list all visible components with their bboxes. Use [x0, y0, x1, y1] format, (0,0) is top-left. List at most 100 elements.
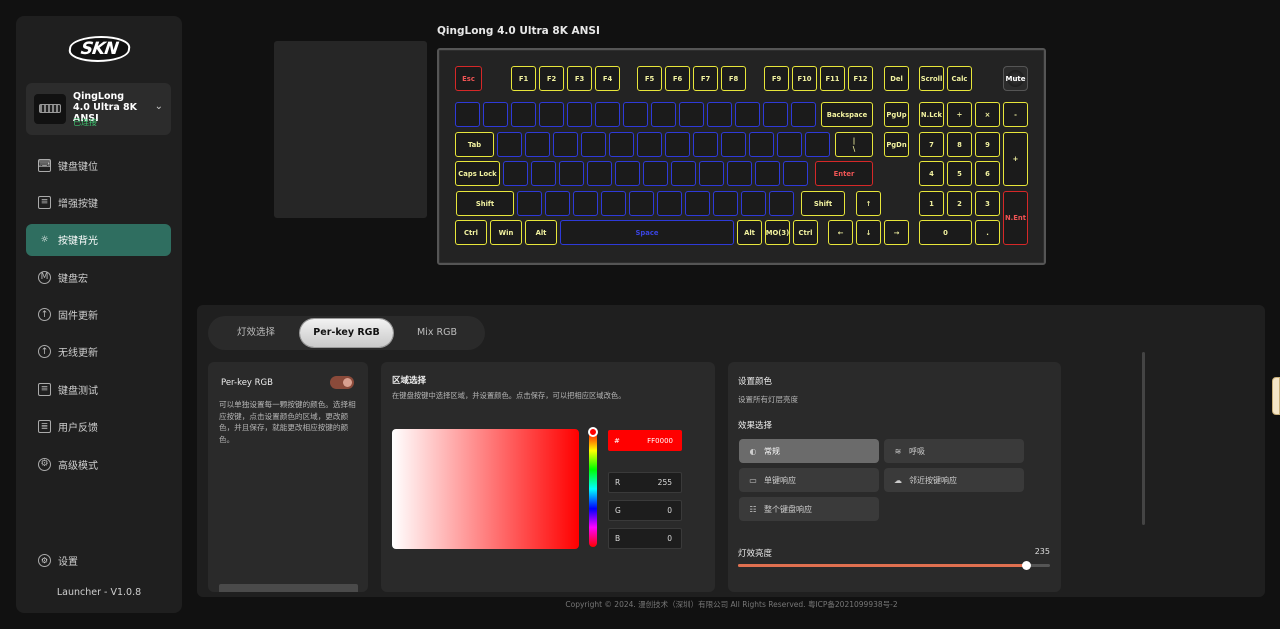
- key-num-dot[interactable]: .: [975, 220, 1000, 245]
- key-f2[interactable]: F2: [539, 66, 564, 91]
- key-space[interactable]: Space: [560, 220, 734, 245]
- key-num-plus[interactable]: +: [1003, 132, 1028, 186]
- key-q[interactable]: [497, 132, 522, 157]
- key-6[interactable]: [623, 102, 648, 127]
- key-f3[interactable]: F3: [567, 66, 592, 91]
- hex-color-input[interactable]: # FF0000: [608, 430, 682, 451]
- key-f1[interactable]: F1: [511, 66, 536, 91]
- key-0[interactable]: [735, 102, 760, 127]
- key-v[interactable]: [601, 191, 626, 216]
- sidebar-item-backlight[interactable]: ☼ 按键背光: [26, 223, 171, 256]
- key-9[interactable]: [707, 102, 732, 127]
- sidebar-item-keyboard-test[interactable]: ≡ 键盘测试: [26, 373, 171, 405]
- key-4[interactable]: [567, 102, 592, 127]
- key-8[interactable]: [679, 102, 704, 127]
- key-o[interactable]: [721, 132, 746, 157]
- hue-slider[interactable]: [589, 431, 597, 547]
- key-mo3[interactable]: MO(3): [765, 220, 790, 245]
- effect-nearby-keys[interactable]: ☁ 邻近按键响应: [884, 468, 1024, 492]
- key-esc[interactable]: Esc: [455, 66, 482, 91]
- side-drawer-handle[interactable]: [1272, 377, 1280, 415]
- key-g[interactable]: [615, 161, 640, 186]
- key-i[interactable]: [693, 132, 718, 157]
- key-num-enter[interactable]: N.Ent: [1003, 191, 1028, 245]
- vertical-scrollbar[interactable]: [1142, 352, 1145, 525]
- key-left[interactable]: ←: [828, 220, 853, 245]
- effect-breathing[interactable]: ≋ 呼吸: [884, 439, 1024, 463]
- key-3[interactable]: [539, 102, 564, 127]
- effect-full-keyboard[interactable]: ☷ 整个键盘响应: [739, 497, 879, 521]
- key-grave[interactable]: [455, 102, 480, 127]
- key-num-minus[interactable]: -: [1003, 102, 1028, 127]
- key-calc[interactable]: Calc: [947, 66, 972, 91]
- key-e[interactable]: [553, 132, 578, 157]
- key-f6[interactable]: F6: [665, 66, 690, 91]
- key-p[interactable]: [749, 132, 774, 157]
- key-equal[interactable]: [791, 102, 816, 127]
- key-num-divide[interactable]: ÷: [947, 102, 972, 127]
- key-num-5[interactable]: 5: [947, 161, 972, 186]
- per-key-toggle[interactable]: [330, 376, 354, 389]
- key-f5[interactable]: F5: [637, 66, 662, 91]
- key-win[interactable]: Win: [490, 220, 522, 245]
- key-s[interactable]: [531, 161, 556, 186]
- key-pgdn[interactable]: PgDn: [884, 132, 909, 157]
- key-k[interactable]: [699, 161, 724, 186]
- key-m[interactable]: [685, 191, 710, 216]
- key-num-1[interactable]: 1: [919, 191, 944, 216]
- key-lbracket[interactable]: [777, 132, 802, 157]
- key-lalt[interactable]: Alt: [525, 220, 557, 245]
- mute-knob[interactable]: Mute: [1003, 66, 1028, 91]
- key-minus[interactable]: [763, 102, 788, 127]
- key-num-multiply[interactable]: ×: [975, 102, 1000, 127]
- key-num-9[interactable]: 9: [975, 132, 1000, 157]
- key-num-6[interactable]: 6: [975, 161, 1000, 186]
- key-num-3[interactable]: 3: [975, 191, 1000, 216]
- key-a[interactable]: [503, 161, 528, 186]
- key-f10[interactable]: F10: [792, 66, 817, 91]
- color-picker-square[interactable]: [392, 429, 579, 549]
- key-lctrl[interactable]: Ctrl: [455, 220, 487, 245]
- sidebar-item-advanced-mode[interactable]: ⚙ 高级模式: [26, 448, 171, 480]
- brightness-slider-handle[interactable]: [1021, 561, 1031, 570]
- brightness-slider[interactable]: [738, 561, 1050, 570]
- key-r[interactable]: [581, 132, 606, 157]
- key-quote[interactable]: [783, 161, 808, 186]
- key-num-0[interactable]: 0: [919, 220, 972, 245]
- key-f12[interactable]: F12: [848, 66, 873, 91]
- sidebar-item-wireless-update[interactable]: ↑ 无线更新: [26, 336, 171, 368]
- key-j[interactable]: [671, 161, 696, 186]
- key-capslock[interactable]: Caps Lock: [455, 161, 500, 186]
- effect-normal[interactable]: ◐ 常规: [739, 439, 879, 463]
- settings-button[interactable]: ⚙ 设置: [38, 553, 78, 568]
- key-d[interactable]: [559, 161, 584, 186]
- key-7[interactable]: [651, 102, 676, 127]
- key-x[interactable]: [545, 191, 570, 216]
- key-f7[interactable]: F7: [693, 66, 718, 91]
- key-num-2[interactable]: 2: [947, 191, 972, 216]
- key-slash[interactable]: [769, 191, 794, 216]
- key-l[interactable]: [727, 161, 752, 186]
- key-lshift[interactable]: Shift: [456, 191, 514, 216]
- tab-lighting-effect[interactable]: 灯效选择: [213, 319, 299, 347]
- key-num-7[interactable]: 7: [919, 132, 944, 157]
- key-h[interactable]: [643, 161, 668, 186]
- key-down[interactable]: ↓: [856, 220, 881, 245]
- key-ralt[interactable]: Alt: [737, 220, 762, 245]
- key-f[interactable]: [587, 161, 612, 186]
- sidebar-item-firmware-update[interactable]: ↑ 固件更新: [26, 299, 171, 331]
- key-rctrl[interactable]: Ctrl: [793, 220, 818, 245]
- key-z[interactable]: [517, 191, 542, 216]
- key-w[interactable]: [525, 132, 550, 157]
- key-2[interactable]: [511, 102, 536, 127]
- key-num-4[interactable]: 4: [919, 161, 944, 186]
- key-f11[interactable]: F11: [820, 66, 845, 91]
- red-input[interactable]: R 255: [608, 472, 682, 493]
- key-period[interactable]: [741, 191, 766, 216]
- key-right[interactable]: →: [884, 220, 909, 245]
- save-button[interactable]: [219, 584, 358, 592]
- key-backslash[interactable]: | \: [835, 132, 873, 157]
- tab-per-key-rgb[interactable]: Per-key RGB: [300, 319, 393, 347]
- key-b[interactable]: [629, 191, 654, 216]
- sidebar-item-keymap[interactable]: ⌨ 键盘键位: [26, 149, 171, 181]
